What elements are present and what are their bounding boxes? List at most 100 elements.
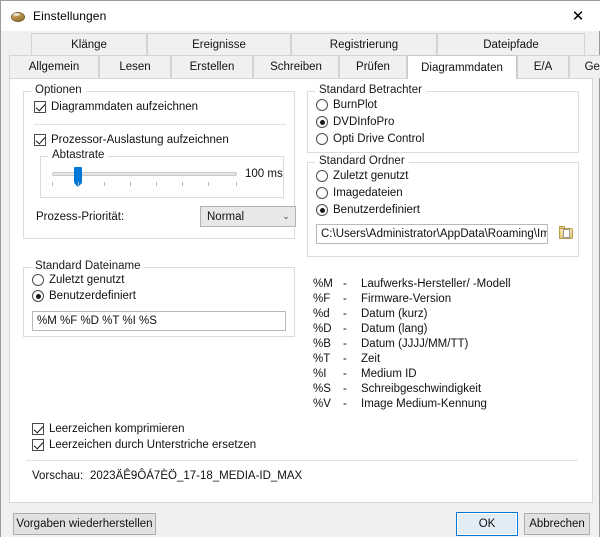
group-standard-betrachter: Standard Betrachter BurnPlot DVDInfoPro … xyxy=(307,91,579,153)
tab-schreiben[interactable]: Schreiben xyxy=(253,55,339,78)
group-standard-ordner: Standard Ordner Zuletzt genutzt Imagedat… xyxy=(307,162,579,257)
checkbox-diagrammdaten-aufzeichnen[interactable]: Diagrammdaten aufzeichnen xyxy=(34,101,198,113)
radio-opti-drive-control[interactable]: Opti Drive Control xyxy=(316,133,424,145)
tab-page-diagrammdaten: Optionen Diagrammdaten aufzeichnen Proze… xyxy=(9,78,593,503)
legend-code: %M xyxy=(313,278,343,290)
group-standard-dateiname: Standard Dateiname Zuletzt genutzt Benut… xyxy=(23,267,295,337)
folder-icon[interactable] xyxy=(556,224,576,243)
radio-ordner-benutzerdefiniert[interactable]: Benutzerdefiniert xyxy=(316,204,420,216)
window-title: Einstellungen xyxy=(33,9,106,23)
sample-rate-slider-ticks xyxy=(52,182,237,186)
radio-ordner-imagedateien[interactable]: Imagedateien xyxy=(316,187,403,199)
checkbox-leerzeichen-unterstriche[interactable]: Leerzeichen durch Unterstriche ersetzen xyxy=(32,439,256,451)
legend-code: %T xyxy=(313,353,343,365)
tab-dateipfade[interactable]: Dateipfade xyxy=(437,33,585,56)
legend-dash: - xyxy=(343,398,361,410)
radio-icon xyxy=(316,133,328,145)
checkbox-prozessor-auslastung-aufzeichnen[interactable]: Prozessor-Auslastung aufzeichnen xyxy=(34,134,229,146)
tab-row-1: Klänge Ereignisse Registrierung Dateipfa… xyxy=(9,33,593,56)
radio-dvdinfopro[interactable]: DVDInfoPro xyxy=(316,116,394,128)
checkbox-label: Diagrammdaten aufzeichnen xyxy=(51,101,198,113)
checkbox-icon xyxy=(32,439,44,451)
filename-variable-legend: %M - Laufwerks-Hersteller/ -Modell %F - … xyxy=(313,276,511,411)
legend-desc: Medium ID xyxy=(361,368,417,380)
restore-defaults-button[interactable]: Vorgaben wiederherstellen xyxy=(13,513,156,535)
radio-label: Zuletzt genutzt xyxy=(333,170,408,182)
tab-ereignisse[interactable]: Ereignisse xyxy=(147,33,291,56)
settings-window: Einstellungen ✕ Klänge Ereignisse Regist… xyxy=(0,0,600,537)
legend-dash: - xyxy=(343,383,361,395)
tab-lesen[interactable]: Lesen xyxy=(99,55,171,78)
dateiname-pattern-input[interactable]: %M %F %D %T %I %S xyxy=(32,311,286,331)
tab-erstellen[interactable]: Erstellen xyxy=(171,55,253,78)
legend-row: %D - Datum (lang) xyxy=(313,321,511,336)
legend-row: %M - Laufwerks-Hersteller/ -Modell xyxy=(313,276,511,291)
legend-desc: Firmware-Version xyxy=(361,293,451,305)
checkbox-leerzeichen-komprimieren[interactable]: Leerzeichen komprimieren xyxy=(32,423,185,435)
radio-icon xyxy=(316,170,328,182)
legend-desc: Datum (JJJJ/MM/TT) xyxy=(361,338,468,350)
radio-icon xyxy=(32,274,44,286)
tab-geraet[interactable]: Gerät xyxy=(569,55,600,78)
legend-desc: Zeit xyxy=(361,353,380,365)
group-standard-betrachter-legend: Standard Betrachter xyxy=(315,84,426,96)
legend-desc: Datum (lang) xyxy=(361,323,427,335)
close-icon[interactable]: ✕ xyxy=(555,1,600,31)
legend-code: %F xyxy=(313,293,343,305)
checkbox-icon xyxy=(34,134,46,146)
ok-button[interactable]: OK xyxy=(456,512,518,536)
tab-registrierung[interactable]: Registrierung xyxy=(291,33,437,56)
tab-klaenge[interactable]: Klänge xyxy=(31,33,147,56)
radio-label: Imagedateien xyxy=(333,187,403,199)
radio-label: Benutzerdefiniert xyxy=(333,204,420,216)
radio-dateiname-zuletzt-genutzt[interactable]: Zuletzt genutzt xyxy=(32,274,124,286)
group-abtastrate-legend: Abtastrate xyxy=(48,149,108,161)
legend-row: %V - Image Medium-Kennung xyxy=(313,396,511,411)
legend-dash: - xyxy=(343,278,361,290)
dialog-button-bar: Vorgaben wiederherstellen OK Abbrechen xyxy=(1,504,599,537)
radio-label: DVDInfoPro xyxy=(333,116,394,128)
radio-icon xyxy=(316,187,328,199)
sample-rate-slider-thumb[interactable] xyxy=(74,167,82,183)
legend-dash: - xyxy=(343,323,361,335)
tab-diagrammdaten[interactable]: Diagrammdaten xyxy=(407,55,517,79)
checkbox-label: Leerzeichen komprimieren xyxy=(49,423,185,435)
tab-allgemein[interactable]: Allgemein xyxy=(9,55,99,78)
group-abtastrate: Abtastrate 100 ms xyxy=(40,156,284,198)
legend-code: %I xyxy=(313,368,343,380)
checkbox-icon xyxy=(32,423,44,435)
group-optionen: Optionen Diagrammdaten aufzeichnen Proze… xyxy=(23,91,295,239)
legend-dash: - xyxy=(343,308,361,320)
checkbox-icon xyxy=(34,101,46,113)
radio-ordner-zuletzt-genutzt[interactable]: Zuletzt genutzt xyxy=(316,170,408,182)
checkbox-label: Prozessor-Auslastung aufzeichnen xyxy=(51,134,229,146)
standard-ordner-path-input[interactable]: C:\Users\Administrator\AppData\Roaming\I… xyxy=(316,224,548,244)
radio-icon xyxy=(316,116,328,128)
legend-row: %I - Medium ID xyxy=(313,366,511,381)
preview-label: Vorschau: xyxy=(32,470,83,482)
radio-label: Benutzerdefiniert xyxy=(49,290,136,302)
legend-desc: Image Medium-Kennung xyxy=(361,398,487,410)
group-standard-dateiname-legend: Standard Dateiname xyxy=(31,260,144,272)
prozess-prioritaet-label: Prozess-Priorität: xyxy=(36,211,124,223)
tab-ea[interactable]: E/A xyxy=(517,55,569,78)
tab-pruefen[interactable]: Prüfen xyxy=(339,55,407,78)
legend-code: %D xyxy=(313,323,343,335)
legend-row: %B - Datum (JJJJ/MM/TT) xyxy=(313,336,511,351)
legend-dash: - xyxy=(343,293,361,305)
radio-label: Zuletzt genutzt xyxy=(49,274,124,286)
radio-icon xyxy=(316,204,328,216)
prozess-prioritaet-select[interactable]: Normal ⌄ xyxy=(200,206,296,227)
radio-dateiname-benutzerdefiniert[interactable]: Benutzerdefiniert xyxy=(32,290,136,302)
cancel-button[interactable]: Abbrechen xyxy=(524,513,590,535)
legend-dash: - xyxy=(343,338,361,350)
prozess-prioritaet-value: Normal xyxy=(201,211,277,223)
chevron-down-icon: ⌄ xyxy=(277,211,295,222)
legend-desc: Laufwerks-Hersteller/ -Modell xyxy=(361,278,511,290)
legend-row: %S - Schreibgeschwindigkeit xyxy=(313,381,511,396)
divider xyxy=(34,124,286,125)
group-standard-ordner-legend: Standard Ordner xyxy=(315,155,409,167)
radio-label: Opti Drive Control xyxy=(333,133,424,145)
legend-dash: - xyxy=(343,368,361,380)
radio-burnplot[interactable]: BurnPlot xyxy=(316,99,377,111)
